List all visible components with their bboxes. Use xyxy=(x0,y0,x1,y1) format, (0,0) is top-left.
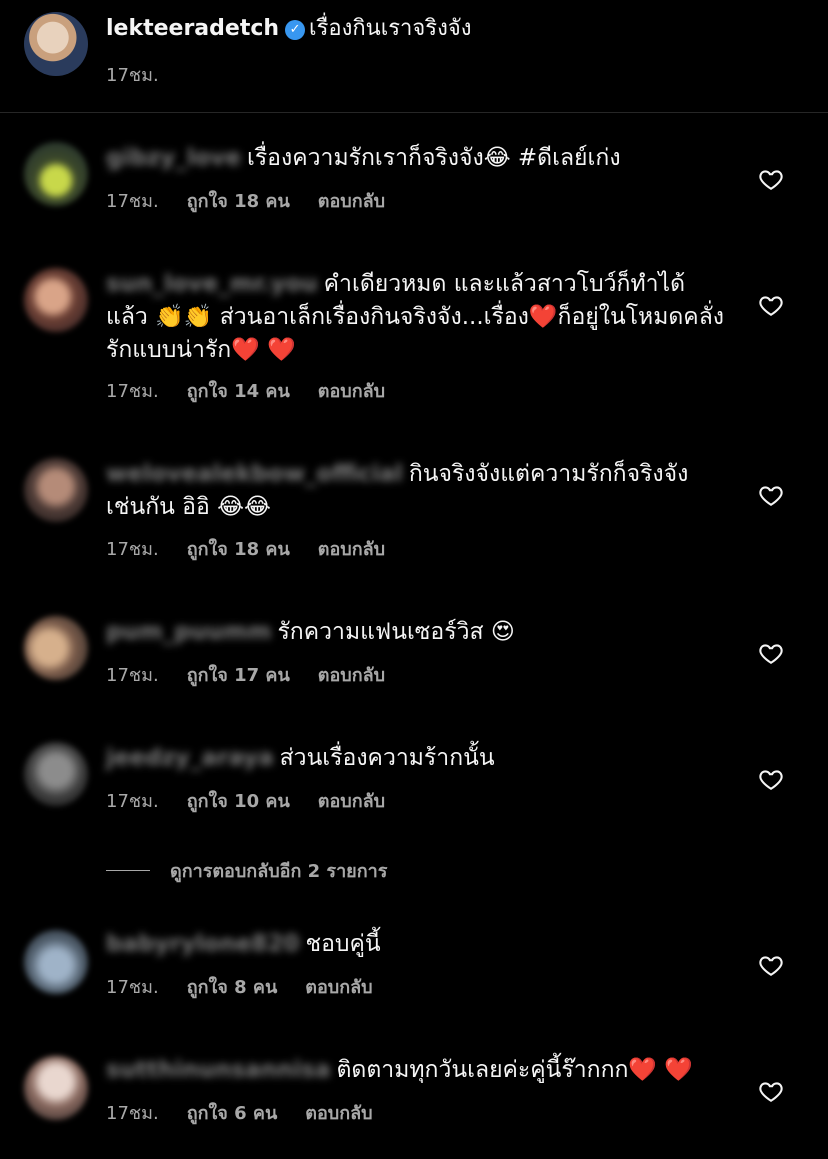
like-heart-icon[interactable] xyxy=(758,482,784,508)
reply-button[interactable]: ตอบกลับ xyxy=(318,381,385,402)
view-more-replies-label: ดูการตอบกลับอีก 2 รายการ xyxy=(170,861,388,882)
post-caption: เรื่องกินเราจริงจัง xyxy=(309,16,472,41)
comment-body: pum_puumm รักความแฟนเซอร์วิส 😍 xyxy=(106,616,726,649)
comment-likes[interactable]: ถูกใจ 10 คน xyxy=(187,791,290,812)
like-heart-icon[interactable] xyxy=(758,166,784,192)
comment-text: เรื่องความรักเราก็จริงจัง😂 #ดีเลย์เก่ง xyxy=(246,145,621,171)
comment-username[interactable]: sun_love_mr.you xyxy=(106,271,318,297)
comment-username[interactable]: pum_puumm xyxy=(106,619,271,645)
avatar[interactable] xyxy=(24,142,88,206)
comment-username[interactable]: babyrylone820 xyxy=(106,931,299,957)
comment-username[interactable]: jeedzy_araya xyxy=(106,745,274,771)
comment-time: 17ชม. xyxy=(106,381,159,402)
reply-button[interactable]: ตอบกลับ xyxy=(305,977,372,998)
caption-line: lekteeradetch ✓ เรื่องกินเราจริงจัง xyxy=(106,14,471,44)
avatar[interactable] xyxy=(24,268,88,332)
comment-time: 17ชม. xyxy=(106,665,159,686)
reply-button[interactable]: ตอบกลับ xyxy=(318,539,385,560)
comment-time: 17ชม. xyxy=(106,791,159,812)
comment-meta: 17ชม. ถูกใจ 6 คน ตอบกลับ xyxy=(106,1098,401,1127)
comment-time: 17ชม. xyxy=(106,977,159,998)
avatar[interactable] xyxy=(24,930,88,994)
comment-meta: 17ชม. ถูกใจ 18 คน ตอบกลับ xyxy=(106,186,413,215)
avatar[interactable] xyxy=(24,742,88,806)
comment-meta: 17ชม. ถูกใจ 18 คน ตอบกลับ xyxy=(106,534,413,563)
like-heart-icon[interactable] xyxy=(758,292,784,318)
avatar[interactable] xyxy=(24,616,88,680)
comment-meta: 17ชม. ถูกใจ 10 คน ตอบกลับ xyxy=(106,786,413,815)
avatar[interactable] xyxy=(24,12,88,76)
comment-likes[interactable]: ถูกใจ 18 คน xyxy=(187,539,290,560)
comment-likes[interactable]: ถูกใจ 6 คน xyxy=(187,1103,278,1124)
comment-likes[interactable]: ถูกใจ 17 คน xyxy=(187,665,290,686)
comment-body: sutthinunsannisa ติดตามทุกวันเลยค่ะคู่นี้… xyxy=(106,1054,726,1087)
post-header: lekteeradetch ✓ เรื่องกินเราจริงจัง 17ชม. xyxy=(0,0,828,113)
comment-meta: 17ชม. ถูกใจ 14 คน ตอบกลับ xyxy=(106,376,413,405)
comment-text: ส่วนเรื่องความร้ากนั้น xyxy=(279,745,495,771)
reply-button[interactable]: ตอบกลับ xyxy=(318,791,385,812)
comment-likes[interactable]: ถูกใจ 8 คน xyxy=(187,977,278,998)
reply-button[interactable]: ตอบกลับ xyxy=(318,191,385,212)
replies-divider xyxy=(106,870,150,871)
comment-meta: 17ชม. ถูกใจ 8 คน ตอบกลับ xyxy=(106,972,401,1001)
post-username[interactable]: lekteeradetch xyxy=(106,16,279,41)
reply-button[interactable]: ตอบกลับ xyxy=(318,665,385,686)
post-meta: 17ชม. xyxy=(106,60,187,89)
verified-badge-icon: ✓ xyxy=(285,20,306,40)
comment-body: gibzy_love เรื่องความรักเราก็จริงจัง😂 #ดี… xyxy=(106,142,726,175)
comment-body: jeedzy_araya ส่วนเรื่องความร้ากนั้น xyxy=(106,742,726,775)
comment-username[interactable]: gibzy_love xyxy=(106,145,241,171)
post-time: 17ชม. xyxy=(106,65,159,86)
comment-text: รักความแฟนเซอร์วิส 😍 xyxy=(277,619,515,645)
comment-likes[interactable]: ถูกใจ 18 คน xyxy=(187,191,290,212)
comment-likes[interactable]: ถูกใจ 14 คน xyxy=(187,381,290,402)
comment-body: welovealekbow_official กินจริงจังแต่ความร… xyxy=(106,458,726,524)
comment-text: ติดตามทุกวันเลยค่ะคู่นี้ร๊ากกก❤️ ❤️ xyxy=(336,1057,694,1083)
comment-username[interactable]: sutthinunsannisa xyxy=(106,1057,331,1083)
view-more-replies-button[interactable]: ดูการตอบกลับอีก 2 รายการ xyxy=(106,856,387,885)
avatar[interactable] xyxy=(24,1056,88,1120)
reply-button[interactable]: ตอบกลับ xyxy=(305,1103,372,1124)
comment-time: 17ชม. xyxy=(106,191,159,212)
like-heart-icon[interactable] xyxy=(758,766,784,792)
avatar[interactable] xyxy=(24,458,88,522)
like-heart-icon[interactable] xyxy=(758,952,784,978)
comment-meta: 17ชม. ถูกใจ 17 คน ตอบกลับ xyxy=(106,660,413,689)
like-heart-icon[interactable] xyxy=(758,640,784,666)
comment-text: ชอบคู่นี้ xyxy=(305,931,381,957)
comment-time: 17ชม. xyxy=(106,1103,159,1124)
comment-username[interactable]: welovealekbow_official xyxy=(106,461,403,487)
comment-body: babyrylone820 ชอบคู่นี้ xyxy=(106,928,726,961)
comment-time: 17ชม. xyxy=(106,539,159,560)
like-heart-icon[interactable] xyxy=(758,1078,784,1104)
comment-body: sun_love_mr.you คำเดียวหมด และแล้วสาวโบว์… xyxy=(106,268,726,367)
